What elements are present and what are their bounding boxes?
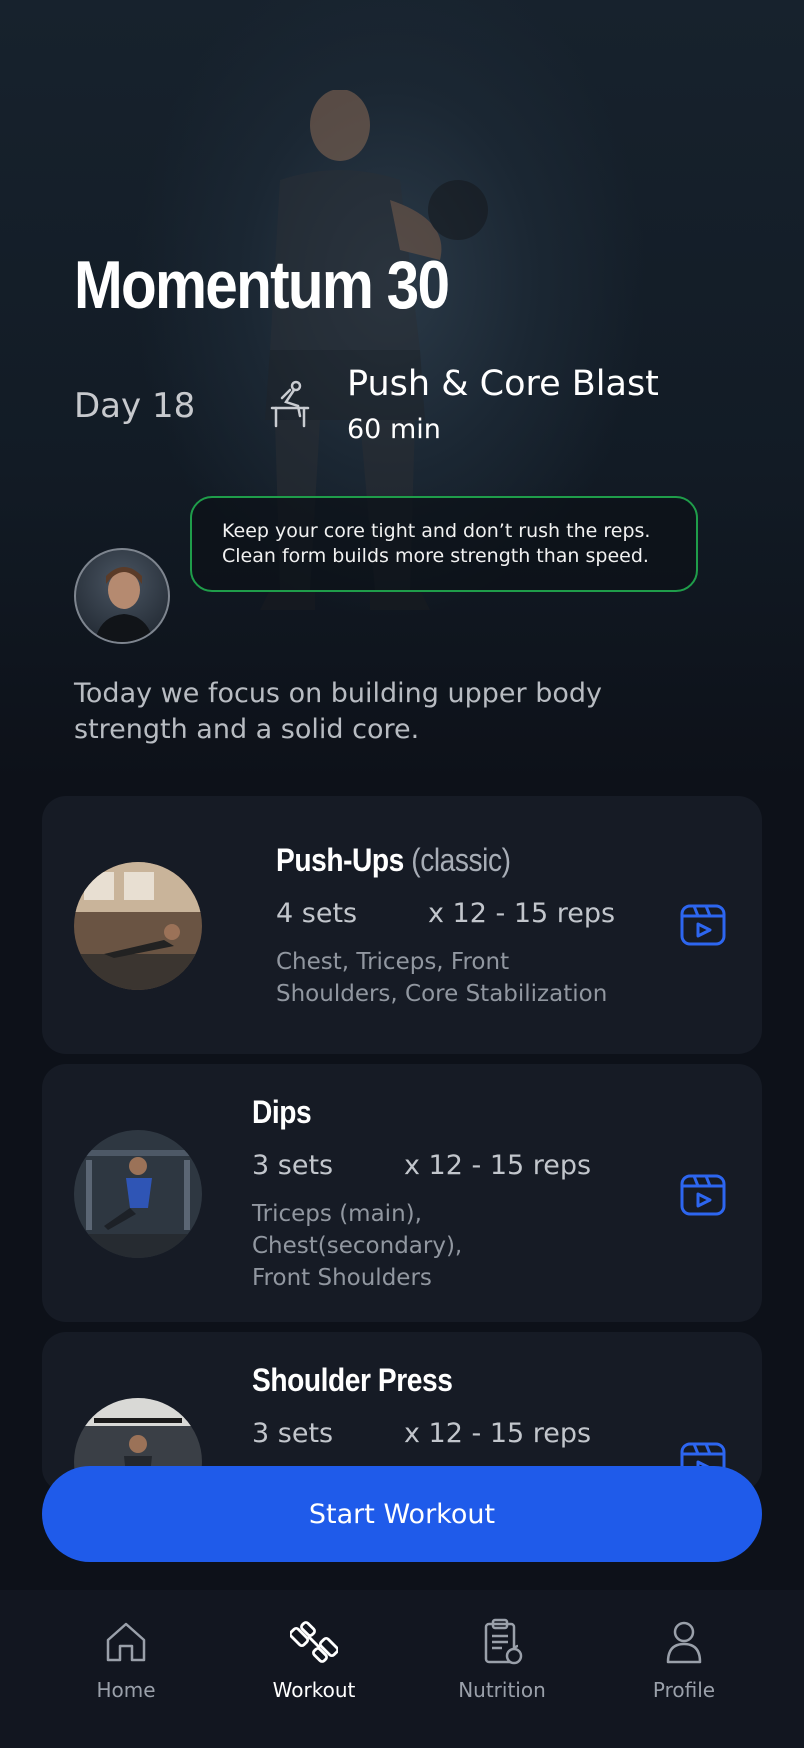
exercise-card[interactable]: Push-Ups (classic) 4 sets x 12 - 15 reps… [42,796,762,1054]
exercise-sets: 3 sets [252,1150,334,1181]
exercise-thumbnail [74,1130,202,1258]
weight-bench-icon [270,380,310,428]
program-title: Momentum 30 [74,247,450,323]
dumbbell-icon [290,1621,338,1663]
exercise-sets: 4 sets [276,898,358,929]
workout-duration: 60 min [347,414,441,445]
coach-tip-bubble: Keep your core tight and don’t rush the … [190,496,698,592]
tab-nutrition[interactable]: Nutrition [432,1618,572,1702]
exercise-name: Shoulder Press [252,1362,453,1398]
clipboard-apple-icon [484,1618,523,1665]
coach-tip-text: Keep your core tight and don’t rush the … [222,520,651,567]
exercise-name: Dips [252,1094,312,1130]
coach-portrait [94,567,154,642]
hero-section: Momentum 30 Day 18 Push & Core Blast 60 … [0,0,804,780]
tab-home[interactable]: Home [56,1618,196,1702]
video-play-icon[interactable] [680,904,726,946]
bottom-tab-bar: Home Workout Nutrition Profile [0,1590,804,1748]
workout-name: Push & Core Blast [347,364,659,404]
intro-text: Today we focus on building upper body st… [74,678,602,745]
home-icon [106,1622,146,1662]
exercise-muscles: Chest, Triceps, Front Shoulders, Core St… [276,949,608,1007]
tab-workout[interactable]: Workout [244,1618,384,1702]
day-label: Day 18 [74,386,196,426]
coach-avatar[interactable] [74,548,170,644]
exercise-reps: x 12 - 15 reps [404,1418,592,1449]
tab-label: Profile [652,1678,716,1702]
tab-profile[interactable]: Profile [614,1618,754,1702]
video-play-icon[interactable] [680,1174,726,1216]
exercise-muscles: Triceps (main), Chest(secondary), Front … [252,1201,463,1291]
exercise-sets: 3 sets [252,1418,334,1449]
exercise-card[interactable]: Dips 3 sets x 12 - 15 reps Triceps (main… [42,1064,762,1322]
tab-label: Workout [272,1678,356,1702]
tab-label: Nutrition [458,1678,546,1702]
exercise-qualifier: (classic) [411,842,511,878]
exercise-thumbnail [74,862,202,990]
tab-label: Home [96,1678,156,1702]
exercise-name: Push-Ups (classic) [276,842,511,878]
exercise-reps: x 12 - 15 reps [404,1150,592,1181]
user-icon [666,1621,702,1664]
exercise-reps: x 12 - 15 reps [428,898,616,929]
start-workout-button[interactable]: Start Workout [42,1466,762,1562]
